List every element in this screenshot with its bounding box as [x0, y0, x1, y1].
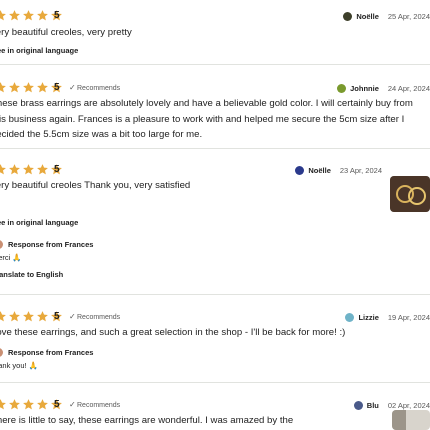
shop-avatar: [0, 348, 3, 357]
review-date: 24 Apr, 2024: [387, 83, 430, 93]
reviewer: Noëlle 23 Apr, 2024: [295, 163, 382, 177]
avatar[interactable]: [353, 400, 363, 410]
shop-response-header: Response from Frances: [0, 240, 93, 249]
review-text: Love these earrings, and such a great se…: [0, 327, 346, 338]
reviewer-name[interactable]: Johnnie: [350, 84, 379, 93]
star-icon: [8, 81, 21, 95]
divider: [0, 148, 430, 149]
star-icon: [36, 81, 49, 95]
star-icon: [0, 81, 7, 95]
star-icon: [22, 9, 35, 23]
avatar[interactable]: [345, 312, 355, 322]
review-date: 25 Apr, 2024: [387, 11, 430, 21]
review-photo-thumbnail[interactable]: [392, 410, 430, 430]
star-icon: [22, 81, 35, 95]
review-date: 19 Apr, 2024: [387, 312, 430, 322]
response-text: thank you! 🙏: [0, 361, 39, 370]
star-icon: [0, 310, 7, 324]
shop-avatar: [0, 240, 3, 249]
star-icon: [36, 163, 49, 177]
star-icon: [36, 310, 49, 324]
rating-value: 5: [54, 10, 60, 21]
review-date: 23 Apr, 2024: [339, 165, 382, 175]
reviewer: Lizzie 19 Apr, 2024: [345, 310, 430, 324]
rating-value: 5: [54, 82, 60, 93]
star-icon: [8, 310, 21, 324]
earrings-photo: [392, 410, 430, 430]
response-text: merci 🙏: [0, 253, 22, 262]
star-icon: [22, 310, 35, 324]
star-icon: [22, 398, 35, 412]
avatar[interactable]: [295, 165, 305, 175]
earrings-photo: [390, 176, 430, 212]
rating-value: 5: [54, 311, 60, 322]
review-text: very beautiful creoles, very pretty: [0, 27, 132, 38]
avatar[interactable]: [337, 83, 347, 93]
reviewer-name[interactable]: Blu: [367, 401, 379, 410]
star-icon: [0, 398, 7, 412]
star-icon: [22, 163, 35, 177]
divider: [0, 64, 430, 65]
response-label: Response from Frances: [8, 240, 94, 249]
recommends-badge: ✓Recommends: [69, 312, 121, 321]
check-icon: ✓: [69, 83, 76, 92]
recommends-badge: ✓Recommends: [69, 83, 121, 92]
check-icon: ✓: [69, 400, 76, 409]
star-icon: [36, 398, 49, 412]
shop-response-header: Response from Frances: [0, 348, 93, 357]
translate-link[interactable]: Translate to English: [0, 270, 63, 279]
star-icon: [8, 398, 21, 412]
rating-value: 5: [54, 399, 60, 410]
avatar[interactable]: [343, 11, 353, 21]
reviewer: Noëlle 25 Apr, 2024: [343, 9, 430, 23]
star-icon: [0, 9, 7, 23]
rating-value: 5: [54, 164, 60, 175]
divider: [0, 382, 430, 383]
see-original-link[interactable]: See in original language: [0, 46, 78, 55]
recommends-badge: ✓Recommends: [69, 400, 121, 409]
reviewer-name[interactable]: Noëlle: [356, 12, 379, 21]
check-icon: ✓: [69, 312, 76, 321]
star-icon: [8, 163, 21, 177]
star-icon: [0, 163, 7, 177]
reviewer-name[interactable]: Noëlle: [308, 166, 331, 175]
response-label: Response from Frances: [8, 348, 94, 357]
review-text: There is little to say, these earrings a…: [0, 415, 294, 426]
divider: [0, 294, 430, 295]
see-original-link[interactable]: See in original language: [0, 218, 78, 227]
review-photo-thumbnail[interactable]: [390, 176, 430, 212]
review-text: These brass earrings are absolutely love…: [0, 98, 413, 140]
review-date: 02 Apr, 2024: [387, 400, 430, 410]
star-icon: [8, 9, 21, 23]
star-icon: [36, 9, 49, 23]
reviewer-name[interactable]: Lizzie: [358, 313, 378, 322]
reviewer: Johnnie 24 Apr, 2024: [337, 81, 430, 95]
review-text: very beautiful creoles Thank you, very s…: [0, 180, 191, 191]
